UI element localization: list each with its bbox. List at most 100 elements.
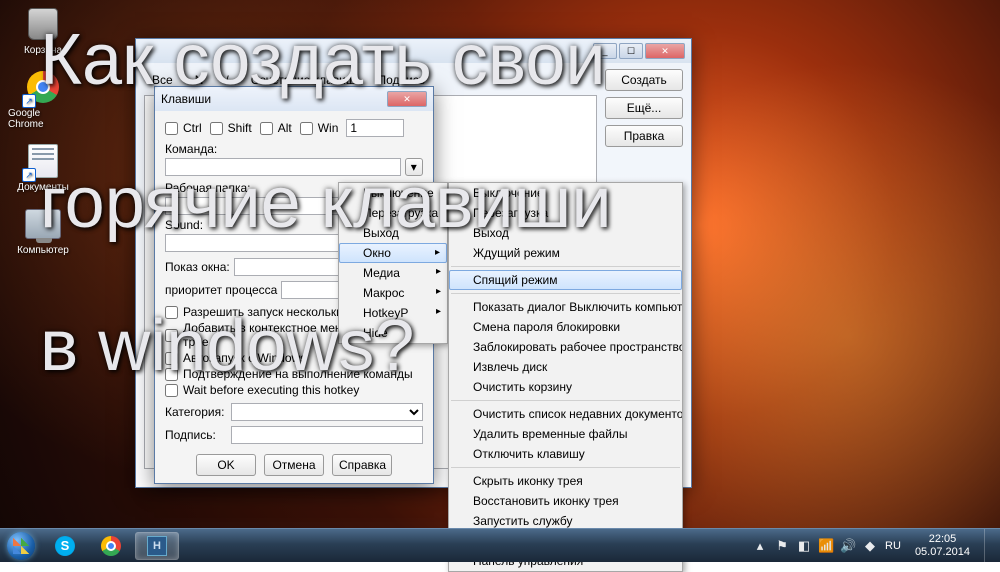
menu-item[interactable]: HotkeyP <box>339 303 447 323</box>
help-button[interactable]: Справка <box>332 454 392 476</box>
show-desktop-button[interactable] <box>984 529 994 563</box>
menu-item[interactable]: Выход <box>339 223 447 243</box>
command-input[interactable] <box>165 158 401 176</box>
volume-icon[interactable]: 🔊 <box>841 539 855 553</box>
dialog-title: Клавиши <box>161 92 211 106</box>
document-icon <box>28 144 58 178</box>
desktop-icon-computer[interactable]: Компьютер <box>8 205 78 256</box>
command-label: Команда: <box>165 142 423 156</box>
chrome-icon <box>101 536 121 556</box>
priority-label: приоритет процесса <box>165 283 277 297</box>
desktop-icon-documents[interactable]: Документы <box>8 142 78 193</box>
desktop-icon-chrome[interactable]: Google Chrome <box>8 68 78 130</box>
close-button[interactable]: ✕ <box>645 43 685 59</box>
hotkeyp-icon: H <box>147 536 167 556</box>
menu-item[interactable]: Извлечь диск <box>449 357 682 377</box>
desktop-icon-label: Документы <box>17 182 69 193</box>
context-menu-primary: ВыключениеПерезагрузкаВыходОкноМедиаМакр… <box>338 182 448 344</box>
alt-label: Alt <box>278 121 292 135</box>
menu-item[interactable]: Ждущий режим <box>449 243 682 263</box>
menu-item[interactable]: Спящий режим <box>449 270 682 290</box>
tray-overflow-icon[interactable]: ▴ <box>753 539 767 553</box>
wait-checkbox[interactable] <box>165 384 178 397</box>
context-menu-secondary: ВыключениеПерезагрузкаВыходЖдущий режим С… <box>448 182 683 572</box>
menu-item[interactable]: Очистить список недавних документов <box>449 404 682 424</box>
tray-app-icon[interactable]: ◧ <box>797 539 811 553</box>
desktop-icon-label: Компьютер <box>17 245 69 256</box>
menu-item[interactable]: Макрос <box>339 283 447 303</box>
key-input[interactable] <box>346 119 404 137</box>
modifiers-row: Ctrl Shift Alt Win <box>165 119 423 137</box>
maximize-button[interactable]: ☐ <box>619 43 643 59</box>
shield-icon[interactable]: ◆ <box>863 539 877 553</box>
menu-item[interactable]: Заблокировать рабочее пространство <box>449 337 682 357</box>
wait-label: Wait before executing this hotkey <box>183 383 359 397</box>
taskbar-app-skype[interactable]: S <box>43 532 87 560</box>
autorun-checkbox[interactable] <box>165 352 178 365</box>
menu-item[interactable]: Показать диалог Выключить компьютер <box>449 297 682 317</box>
confirm-label: Подтверждение на выполнение команды <box>183 367 413 381</box>
menu-item[interactable]: Окно <box>339 243 447 263</box>
caption-input[interactable] <box>231 426 423 444</box>
win-checkbox[interactable] <box>300 122 313 135</box>
menu-item[interactable]: Перезагрузка <box>449 203 682 223</box>
flag-icon[interactable]: ⚑ <box>775 539 789 553</box>
close-button[interactable]: ✕ <box>387 91 427 107</box>
menu-item[interactable]: Выход <box>449 223 682 243</box>
win-label: Win <box>318 121 339 135</box>
command-browse-button[interactable]: ▾ <box>405 158 423 176</box>
tray-checkbox[interactable] <box>165 329 178 342</box>
autorun-label: Автозапуск с Windows <box>183 351 306 365</box>
menu-item[interactable]: Выключение <box>449 183 682 203</box>
ctrl-checkbox[interactable] <box>165 122 178 135</box>
category-select[interactable] <box>231 403 423 421</box>
category-label: Категория: <box>165 405 227 419</box>
desktop-icon-label: Корзина <box>24 45 62 56</box>
window-label: Показ окна: <box>165 260 230 274</box>
menu-separator <box>451 266 680 267</box>
ctrl-label: Ctrl <box>183 121 202 135</box>
start-button[interactable] <box>0 529 42 563</box>
menu-separator <box>451 293 680 294</box>
menu-item[interactable]: Отключить клавишу <box>449 444 682 464</box>
ok-button[interactable]: OK <box>196 454 256 476</box>
alt-checkbox[interactable] <box>260 122 273 135</box>
cancel-button[interactable]: Отмена <box>264 454 324 476</box>
trash-icon <box>28 8 58 40</box>
menu-item[interactable]: Смена пароля блокировки <box>449 317 682 337</box>
multi-checkbox[interactable] <box>165 306 178 319</box>
confirm-checkbox[interactable] <box>165 368 178 381</box>
clock-date: 05.07.2014 <box>915 546 970 558</box>
language-indicator[interactable]: RU <box>885 540 901 552</box>
shift-checkbox[interactable] <box>210 122 223 135</box>
clock[interactable]: 22:05 05.07.2014 <box>909 533 976 557</box>
menu-item[interactable]: Восстановить иконку трея <box>449 491 682 511</box>
desktop-icon-trash[interactable]: Корзина <box>8 5 78 56</box>
menu-item[interactable]: Перезагрузка <box>339 203 447 223</box>
computer-icon <box>25 209 61 239</box>
more-button[interactable]: Ещё... <box>605 97 683 119</box>
system-tray: ▴ ⚑ ◧ 📶 🔊 ◆ RU 22:05 05.07.2014 <box>753 529 1000 563</box>
network-icon[interactable]: 📶 <box>819 539 833 553</box>
menu-item[interactable]: Скрыть иконку трея <box>449 471 682 491</box>
menu-item[interactable]: Удалить временные файлы <box>449 424 682 444</box>
taskbar-app-hotkeyp[interactable]: H <box>135 532 179 560</box>
create-button[interactable]: Создать <box>605 69 683 91</box>
keys-titlebar[interactable]: Клавиши ✕ <box>155 87 433 111</box>
menu-item[interactable]: Выключение <box>339 183 447 203</box>
taskbar-app-chrome[interactable] <box>89 532 133 560</box>
desktop: Корзина Google Chrome Документы Компьюте… <box>0 0 1000 562</box>
desktop-icon-label: Google Chrome <box>8 108 78 130</box>
main-titlebar[interactable]: _ ☐ ✕ <box>136 39 691 63</box>
menu-item[interactable]: Очистить корзину <box>449 377 682 397</box>
menu-item[interactable]: Медиа <box>339 263 447 283</box>
edit-button[interactable]: Правка <box>605 125 683 147</box>
chrome-icon <box>27 71 59 103</box>
menu-separator <box>451 400 680 401</box>
windows-orb-icon <box>7 532 35 560</box>
caption-label: Подпись: <box>165 428 227 442</box>
skype-icon: S <box>55 536 75 556</box>
minimize-button[interactable]: _ <box>593 43 617 59</box>
clock-time: 22:05 <box>915 533 970 545</box>
menu-item[interactable]: Hide <box>339 323 447 343</box>
